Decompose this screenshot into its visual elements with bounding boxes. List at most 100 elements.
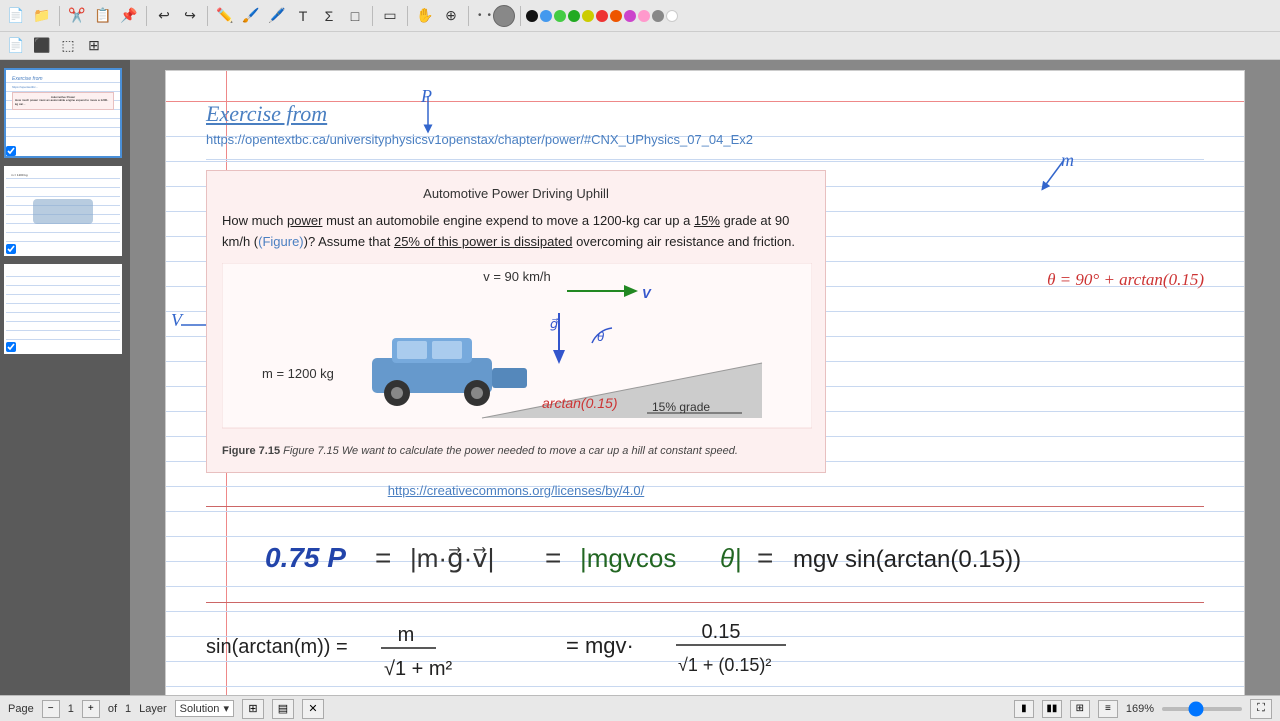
view-single-button[interactable]: ▮ [1014,700,1034,718]
page-thumb-2-checkbox[interactable] [6,244,16,254]
theta-annotation: θ = 90° + arctan(0.15) [1047,270,1204,290]
color-green[interactable] [554,10,566,22]
svg-text:m: m [398,624,415,646]
document-area[interactable]: Exercise from P https://opentextbc.ca/un… [130,60,1280,695]
view-scroll-button[interactable]: ≡ [1098,700,1118,718]
select-button[interactable]: ▭ [378,4,402,28]
divider-2 [206,506,1204,507]
dot-separator-1: • [478,10,482,21]
layer-view-button[interactable]: ▤ [272,699,294,719]
color-white[interactable] [666,10,678,22]
paste-button[interactable]: 📌 [117,4,141,28]
main-area: Exercise from https://opentextbc... Auto… [0,60,1280,695]
layers-button[interactable]: ⬛ [30,34,54,58]
problem-title: Automotive Power Driving Uphill [222,186,810,201]
color-blue[interactable] [540,10,552,22]
page-next-button[interactable]: + [82,700,100,718]
text-button[interactable]: T [291,4,315,28]
dot-separator-2: • [488,10,492,21]
svg-text:15% grade: 15% grade [652,400,710,414]
layer-delete-button[interactable]: ✕ [302,699,324,719]
page-of-label: of [108,703,117,715]
svg-text:|mgvcos: |mgvcos [580,543,676,573]
diagram-svg: v = 90 km/h [222,263,812,438]
svg-text:= mgv·: = mgv· [566,633,634,658]
layer-stack-button[interactable]: ⬚ [56,34,80,58]
view-grid-button[interactable]: ⊞ [1070,700,1090,718]
arrow-m-svg [1034,155,1074,195]
page-options-button[interactable]: 📄 [4,34,28,58]
url-link[interactable]: https://opentextbc.ca/universityphysicsv… [206,132,1204,147]
color-darkgreen[interactable] [568,10,580,22]
cc-link[interactable]: https://creativecommons.org/licenses/by/… [206,483,826,498]
fullscreen-button[interactable]: ⛶ [1250,699,1272,719]
svg-text:0.75 P: 0.75 P [265,542,346,573]
copy-button[interactable]: 📋 [91,4,115,28]
scroll-button[interactable]: ⊕ [439,4,463,28]
layer-settings-button[interactable]: ⊞ [242,699,264,719]
eraser-button[interactable]: 🖌️ [239,4,263,28]
layer-name: Solution [180,703,220,715]
svg-text:=: = [375,542,391,573]
layer-plus-button[interactable]: ⊞ [82,34,106,58]
divider-3 [206,602,1204,603]
page-thumb-3[interactable] [4,264,126,354]
equation2-left-svg: sin(arctan(m)) = m √1 + m² [206,613,526,688]
redo-button[interactable]: ↪ [178,4,202,28]
page-prev-button[interactable]: − [42,700,60,718]
figure-caption: Figure 7.15 Figure 7.15 We want to calcu… [222,445,810,457]
svg-text:g⃗: g⃗ [550,316,558,331]
page-thumb-2[interactable]: m = 1200 kg [4,166,126,256]
svg-text:m = 1200 kg: m = 1200 kg [262,366,334,381]
cut-button[interactable]: ✂️ [65,4,89,28]
color-red[interactable] [596,10,608,22]
page-thumb-1[interactable]: Exercise from https://opentextbc... Auto… [4,68,126,158]
color-pink[interactable] [638,10,650,22]
color-purple[interactable] [624,10,636,22]
undo-button[interactable]: ↩ [152,4,176,28]
svg-text:|m·g⃗·v⃗|: |m·g⃗·v⃗| [410,543,494,573]
separator-4 [372,6,373,26]
status-bar: Page − 1 + of 1 Layer Solution ▾ ⊞ ▤ ✕ ▮… [0,695,1280,721]
svg-text:arctan(0.15): arctan(0.15) [542,395,617,411]
svg-text:√1 + (0.15)²: √1 + (0.15)² [678,655,771,675]
open-button[interactable]: 📁 [30,4,54,28]
highlight-button[interactable]: 🖊️ [265,4,289,28]
new-button[interactable]: 📄 [4,4,28,28]
zoom-level-label: 169% [1126,703,1154,715]
second-equation-row: sin(arctan(m)) = m √1 + m² = mgv· [206,613,1204,688]
layer-dropdown-arrow: ▾ [223,702,229,715]
color-black[interactable] [526,10,538,22]
page-current: 1 [68,703,74,715]
svg-text:|: | [735,543,742,573]
separator-3 [207,6,208,26]
main-equation: 0.75 P = |m·g⃗·v⃗| = |mgvcos θ | = [206,522,1204,597]
color-yellow[interactable] [582,10,594,22]
page-thumb-3-checkbox[interactable] [6,342,16,352]
problem-box: Automotive Power Driving Uphill How much… [206,170,826,473]
page-thumb-1-checkbox[interactable] [6,146,16,156]
separator-2 [146,6,147,26]
svg-text:0.15: 0.15 [702,621,741,643]
hand-button[interactable]: ✋ [413,4,437,28]
svg-text:θ: θ [597,329,604,344]
separator-5 [407,6,408,26]
layer-dropdown[interactable]: Solution ▾ [175,700,234,717]
pen-button[interactable]: ✏️ [213,4,237,28]
shape-button[interactable]: □ [343,4,367,28]
color-orange[interactable] [610,10,622,22]
color-gray[interactable] [652,10,664,22]
page-label: Page [8,703,34,715]
problem-text: How much power must an automobile engine… [222,211,810,253]
formula-button[interactable]: Σ [317,4,341,28]
svg-text:θ: θ [720,543,734,573]
layer-label: Layer [139,703,167,715]
zoom-slider[interactable] [1162,707,1242,711]
equation1-svg: 0.75 P = |m·g⃗·v⃗| = |mgvcos θ | = [255,522,1155,592]
secondary-toolbar: 📄 ⬛ ⬚ ⊞ [0,32,1280,60]
circle-color[interactable] [493,5,515,27]
svg-text:v = 90 km/h: v = 90 km/h [483,269,551,284]
view-double-button[interactable]: ▮▮ [1042,700,1062,718]
equation2-right-svg: = mgv· 0.15 √1 + (0.15)² [566,613,946,688]
svg-text:=: = [545,542,561,573]
